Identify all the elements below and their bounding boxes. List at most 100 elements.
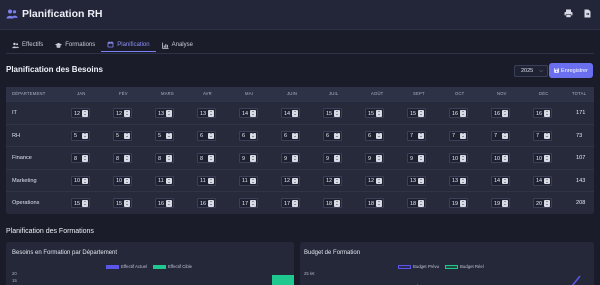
headcount-input[interactable]: 19	[491, 198, 510, 209]
headcount-input[interactable]: 15	[323, 108, 342, 118]
spinner-icon[interactable]	[124, 200, 130, 207]
headcount-input[interactable]: 14	[239, 108, 258, 118]
spinner-icon[interactable]	[292, 155, 298, 162]
spinner-icon[interactable]	[334, 200, 340, 207]
spinner-icon[interactable]	[124, 155, 130, 162]
headcount-input[interactable]: 8	[197, 153, 216, 164]
spinner-icon[interactable]	[292, 200, 298, 207]
headcount-input[interactable]: 7	[407, 130, 426, 141]
spinner-icon[interactable]	[208, 110, 214, 117]
spinner-icon[interactable]	[418, 132, 424, 140]
headcount-input[interactable]: 15	[407, 108, 426, 118]
spinner-icon[interactable]	[208, 155, 214, 162]
legend-item[interactable]: Budget Prévu	[398, 264, 439, 269]
spinner-icon[interactable]	[376, 177, 382, 185]
headcount-input[interactable]: 9	[323, 153, 342, 164]
spinner-icon[interactable]	[544, 177, 550, 185]
spinner-icon[interactable]	[82, 200, 88, 207]
headcount-input[interactable]: 14	[281, 108, 300, 118]
spinner-icon[interactable]	[460, 200, 466, 207]
headcount-input[interactable]: 12	[365, 175, 384, 186]
spinner-icon[interactable]	[544, 155, 550, 162]
headcount-input[interactable]: 19	[449, 198, 468, 209]
headcount-input[interactable]: 11	[239, 175, 258, 186]
spinner-icon[interactable]	[544, 132, 550, 140]
spinner-icon[interactable]	[250, 155, 256, 162]
spinner-icon[interactable]	[292, 110, 298, 117]
spinner-icon[interactable]	[460, 132, 466, 140]
spinner-icon[interactable]	[418, 110, 424, 117]
tab-formations[interactable]: Formations	[49, 38, 101, 52]
headcount-input[interactable]: 16	[155, 198, 174, 209]
spinner-icon[interactable]	[208, 177, 214, 185]
spinner-icon[interactable]	[334, 110, 340, 117]
spinner-icon[interactable]	[166, 200, 172, 207]
headcount-input[interactable]: 18	[407, 198, 426, 209]
headcount-input[interactable]: 17	[281, 198, 300, 209]
legend-item[interactable]: Budget Réel	[445, 264, 484, 269]
spinner-icon[interactable]	[166, 177, 172, 185]
headcount-input[interactable]: 7	[533, 130, 552, 141]
headcount-input[interactable]: 7	[449, 130, 468, 141]
headcount-input[interactable]: 16	[449, 108, 468, 118]
export-file-icon[interactable]	[583, 9, 592, 18]
spinner-icon[interactable]	[166, 110, 172, 117]
spinner-icon[interactable]	[292, 132, 298, 140]
spinner-icon[interactable]	[334, 155, 340, 162]
headcount-input[interactable]: 10	[113, 175, 132, 186]
headcount-input[interactable]: 6	[365, 130, 384, 141]
spinner-icon[interactable]	[544, 200, 550, 207]
spinner-icon[interactable]	[208, 132, 214, 140]
tab-planification[interactable]: Planification	[101, 38, 156, 52]
headcount-input[interactable]: 13	[407, 175, 426, 186]
headcount-input[interactable]: 8	[113, 153, 132, 164]
headcount-input[interactable]: 14	[533, 175, 552, 186]
spinner-icon[interactable]	[124, 110, 130, 117]
headcount-input[interactable]: 12	[281, 175, 300, 186]
headcount-input[interactable]: 6	[239, 130, 258, 141]
spinner-icon[interactable]	[460, 177, 466, 185]
spinner-icon[interactable]	[250, 200, 256, 207]
spinner-icon[interactable]	[418, 155, 424, 162]
headcount-input[interactable]: 5	[155, 130, 174, 141]
headcount-input[interactable]: 15	[71, 198, 90, 209]
headcount-input[interactable]: 18	[323, 198, 342, 209]
headcount-input[interactable]: 10	[71, 175, 90, 186]
spinner-icon[interactable]	[460, 155, 466, 162]
spinner-icon[interactable]	[250, 177, 256, 185]
spinner-icon[interactable]	[376, 110, 382, 117]
headcount-input[interactable]: 11	[155, 175, 174, 186]
spinner-icon[interactable]	[544, 110, 550, 117]
spinner-icon[interactable]	[82, 132, 88, 140]
headcount-input[interactable]: 7	[491, 130, 510, 141]
spinner-icon[interactable]	[418, 177, 424, 185]
headcount-input[interactable]: 9	[365, 153, 384, 164]
headcount-input[interactable]: 5	[113, 130, 132, 141]
year-select[interactable]: 2025 ⌵	[514, 65, 548, 77]
headcount-input[interactable]: 16	[533, 108, 552, 118]
headcount-input[interactable]: 16	[197, 198, 216, 209]
headcount-input[interactable]: 5	[71, 130, 90, 141]
spinner-icon[interactable]	[82, 110, 88, 117]
headcount-input[interactable]: 10	[449, 153, 468, 164]
spinner-icon[interactable]	[250, 110, 256, 117]
tab-analyse[interactable]: Analyse	[156, 38, 199, 52]
headcount-input[interactable]: 12	[71, 108, 90, 118]
spinner-icon[interactable]	[208, 200, 214, 207]
spinner-icon[interactable]	[334, 177, 340, 185]
headcount-input[interactable]: 13	[449, 175, 468, 186]
headcount-input[interactable]: 9	[407, 153, 426, 164]
save-button[interactable]: Enregistrer	[549, 63, 593, 78]
headcount-input[interactable]: 9	[281, 153, 300, 164]
headcount-input[interactable]: 6	[323, 130, 342, 141]
headcount-input[interactable]: 6	[197, 130, 216, 141]
spinner-icon[interactable]	[334, 132, 340, 140]
headcount-input[interactable]: 10	[533, 153, 552, 164]
headcount-input[interactable]: 10	[491, 153, 510, 164]
spinner-icon[interactable]	[376, 155, 382, 162]
headcount-input[interactable]: 15	[365, 108, 384, 118]
headcount-input[interactable]: 9	[239, 153, 258, 164]
spinner-icon[interactable]	[502, 132, 508, 140]
spinner-icon[interactable]	[82, 155, 88, 162]
headcount-input[interactable]: 8	[71, 153, 90, 164]
